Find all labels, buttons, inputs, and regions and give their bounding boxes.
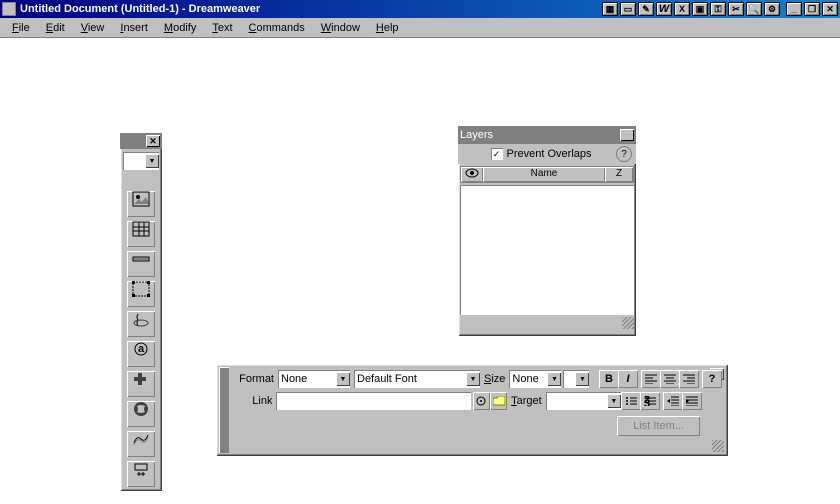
app-icon bbox=[2, 2, 16, 16]
layers-panel-title: Layers bbox=[460, 129, 493, 141]
menu-modify[interactable]: Modify bbox=[156, 20, 204, 36]
title-bar: Untitled Document (Untitled-1) - Dreamwe… bbox=[0, 0, 840, 18]
help-icon[interactable]: ? bbox=[702, 370, 722, 388]
window-title: Untitled Document (Untitled-1) - Dreamwe… bbox=[20, 3, 602, 15]
indent-button[interactable] bbox=[682, 392, 702, 410]
menu-text[interactable]: Text bbox=[204, 20, 240, 36]
objects-palette: ✕ ▼ a bbox=[120, 133, 162, 491]
panel-grip[interactable] bbox=[219, 367, 229, 453]
minimize-button[interactable]: _ bbox=[786, 2, 802, 16]
menu-view[interactable]: View bbox=[73, 20, 113, 36]
tray-icon[interactable]: W bbox=[656, 2, 672, 16]
tray-icon[interactable]: ▭ bbox=[620, 2, 636, 16]
insert-applet-button[interactable] bbox=[127, 311, 155, 337]
menu-file[interactable]: File bbox=[4, 20, 38, 36]
close-icon[interactable]: ✕ bbox=[146, 135, 160, 147]
window-controls: _ ❐ ✕ bbox=[786, 2, 838, 16]
size-label: Size bbox=[480, 373, 509, 385]
z-column-header[interactable]: Z bbox=[605, 167, 633, 182]
menu-insert[interactable]: Insert bbox=[112, 20, 156, 36]
chevron-down-icon: ▼ bbox=[547, 372, 561, 386]
menu-window[interactable]: Window bbox=[313, 20, 368, 36]
chevron-down-icon: ▼ bbox=[607, 394, 621, 408]
palette-titlebar[interactable]: ✕ bbox=[120, 133, 162, 149]
close-icon[interactable]: ✕ bbox=[620, 129, 634, 141]
name-column-header[interactable]: Name bbox=[483, 167, 605, 182]
chevron-down-icon: ▼ bbox=[466, 372, 480, 386]
insert-table-button[interactable] bbox=[127, 221, 155, 247]
ordered-list-button[interactable]: 123 bbox=[640, 392, 660, 410]
outdent-button[interactable] bbox=[663, 392, 683, 410]
insert-image-button[interactable] bbox=[127, 191, 155, 217]
insert-plugin-button[interactable] bbox=[127, 371, 155, 397]
align-left-button[interactable] bbox=[641, 370, 661, 388]
insert-shockwave-button[interactable] bbox=[127, 431, 155, 457]
layers-panel: Layers ✕ ✓ Prevent Overlaps ? Name Z bbox=[458, 126, 636, 336]
format-select[interactable]: None▼ bbox=[278, 370, 350, 388]
list-item-button[interactable]: List Item... bbox=[617, 416, 700, 436]
tray-icon[interactable]: 🔍 bbox=[746, 2, 762, 16]
tray-icon[interactable]: ⚙ bbox=[764, 2, 780, 16]
tray-icon[interactable]: ▣ bbox=[692, 2, 708, 16]
layers-panel-titlebar[interactable]: Layers ✕ bbox=[458, 126, 636, 144]
svg-text:3: 3 bbox=[644, 398, 650, 406]
chevron-down-icon: ▼ bbox=[145, 154, 159, 168]
visibility-column-icon[interactable] bbox=[461, 167, 483, 182]
properties-panel: ✕ Format None▼ Default Font▼ Size None▼ … bbox=[216, 364, 728, 456]
prevent-overlaps-row: ✓ Prevent Overlaps ? bbox=[458, 144, 636, 164]
prevent-overlaps-label: Prevent Overlaps bbox=[507, 148, 592, 160]
size-select[interactable]: None▼ bbox=[509, 370, 561, 388]
insert-flash-button[interactable] bbox=[127, 401, 155, 427]
menu-bar: File Edit View Insert Modify Text Comman… bbox=[0, 18, 840, 38]
tray-icon[interactable]: X bbox=[674, 2, 690, 16]
format-label: Format bbox=[234, 373, 278, 385]
font-select[interactable]: Default Font▼ bbox=[354, 370, 480, 388]
align-center-button[interactable] bbox=[660, 370, 680, 388]
workspace[interactable]: ✕ ▼ a Layers ✕ ✓ Prevent Overlaps ? Name bbox=[0, 38, 840, 504]
menu-help[interactable]: Help bbox=[368, 20, 407, 36]
size-unit-select[interactable]: ▼ bbox=[563, 370, 589, 388]
tray-icon[interactable]: ▦ bbox=[602, 2, 618, 16]
target-select[interactable]: ▼ bbox=[546, 392, 621, 410]
unordered-list-button[interactable] bbox=[621, 392, 641, 410]
menu-commands[interactable]: Commands bbox=[241, 20, 313, 36]
chevron-down-icon: ▼ bbox=[575, 372, 589, 386]
align-right-button[interactable] bbox=[679, 370, 699, 388]
palette-category-select[interactable]: ▼ bbox=[123, 152, 159, 170]
maximize-button[interactable]: ❐ bbox=[804, 2, 820, 16]
insert-activex-button[interactable]: a bbox=[127, 341, 155, 367]
tray-icon[interactable]: ⚿ bbox=[710, 2, 726, 16]
italic-button[interactable]: I bbox=[618, 370, 638, 388]
tray-icon[interactable]: ✎ bbox=[638, 2, 654, 16]
link-label: Link bbox=[234, 395, 276, 407]
resize-handle[interactable] bbox=[622, 317, 634, 329]
browse-folder-icon[interactable] bbox=[490, 392, 507, 410]
insert-hr-button[interactable] bbox=[127, 251, 155, 277]
insert-layer-button[interactable] bbox=[127, 281, 155, 307]
tray-icon[interactable]: ✂ bbox=[728, 2, 744, 16]
system-tray: ▦ ▭ ✎ W X ▣ ⚿ ✂ 🔍 ⚙ bbox=[602, 2, 780, 16]
resize-handle[interactable] bbox=[712, 440, 724, 452]
point-to-file-icon[interactable] bbox=[473, 392, 490, 410]
target-label: Target bbox=[507, 395, 546, 407]
menu-edit[interactable]: Edit bbox=[38, 20, 73, 36]
svg-text:a: a bbox=[138, 343, 145, 355]
insert-ssi-button[interactable] bbox=[127, 461, 155, 487]
layers-list[interactable] bbox=[460, 185, 634, 315]
prevent-overlaps-checkbox[interactable]: ✓ bbox=[491, 148, 503, 160]
bold-button[interactable]: B bbox=[599, 370, 619, 388]
link-input[interactable] bbox=[276, 392, 470, 410]
layers-header: Name Z bbox=[460, 166, 634, 183]
help-icon[interactable]: ? bbox=[616, 146, 632, 162]
close-button[interactable]: ✕ bbox=[822, 2, 838, 16]
chevron-down-icon: ▼ bbox=[336, 372, 350, 386]
